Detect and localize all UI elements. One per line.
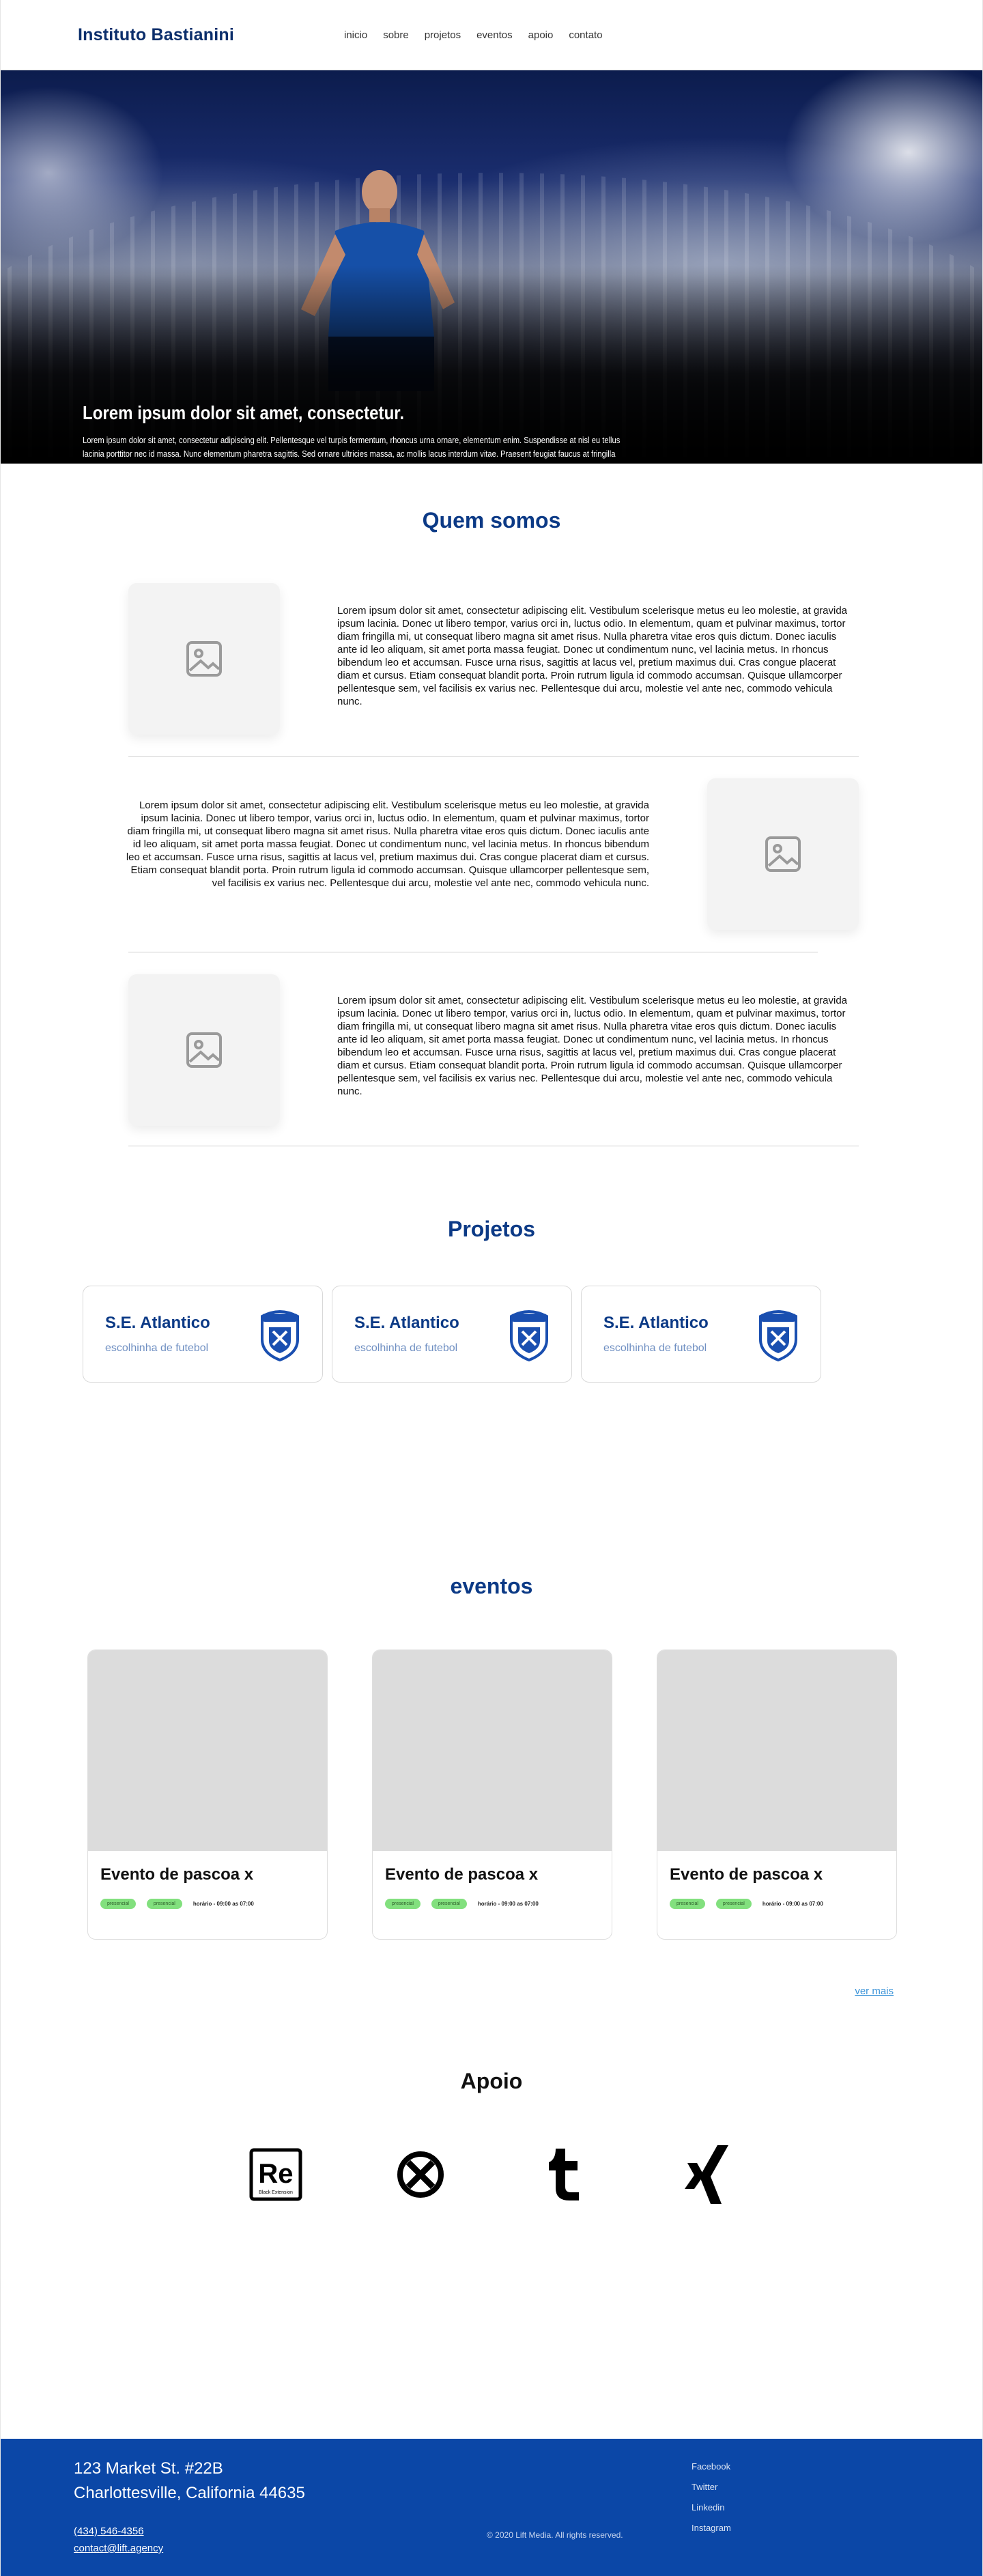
nav-link-contato[interactable]: contato [569,29,602,41]
project-subtitle: escolhinha de futebol [354,1342,458,1354]
about-image-1 [128,583,280,735]
image-placeholder-icon [765,836,801,872]
site-footer: 123 Market St. #22B Charlottesville, Cal… [1,2439,982,2576]
project-name: S.E. Atlantico [354,1314,459,1332]
social-links: Facebook Twitter Linkedin Instagram [692,2457,731,2538]
event-tags: presencial presencial horário - 09:00 as… [670,1899,823,1909]
about-title: Quem somos [422,508,561,533]
social-link-twitter[interactable]: Twitter [692,2477,731,2497]
svg-text:Re: Re [258,2159,293,2189]
about-image-2 [707,778,859,930]
projects-title: Projetos [447,1217,536,1241]
event-image [88,1650,327,1851]
xbox-icon [397,2151,444,2198]
about-paragraph-1: Lorem ipsum dolor sit amet, consectetur … [337,605,848,707]
project-name: S.E. Atlantico [105,1314,210,1332]
event-tag: presencial [385,1899,421,1909]
divider [128,756,859,757]
club-crest-icon [261,1310,299,1361]
support-title: Apoio [460,2069,523,2093]
email-link[interactable]: contact@lift.agency [74,2540,163,2557]
address-line-1: 123 Market St. #22B [74,2459,223,2478]
hero-text: Lorem ipsum dolor sit amet, consectetur.… [83,402,629,464]
xing-icon [685,2145,728,2204]
event-name: Evento de pascoa x [100,1865,254,1884]
event-tag: presencial [670,1899,705,1909]
sponsor-logo-xbox[interactable] [390,2144,451,2205]
event-tag: presencial [100,1899,136,1909]
nav-link-sobre[interactable]: sobre [383,29,409,41]
event-tags: presencial presencial horário - 09:00 as… [100,1899,254,1909]
event-card[interactable]: Evento de pascoa x presencial presencial… [87,1650,328,1940]
project-subtitle: escolhinha de futebol [105,1342,209,1354]
footer-address: 123 Market St. #22B Charlottesville, Cal… [74,2457,305,2506]
event-image [373,1650,612,1851]
event-card[interactable]: Evento de pascoa x presencial presencial… [657,1650,897,1940]
project-card[interactable]: S.E. Atlantico escolhinha de futebol [581,1286,821,1383]
copyright-text: © 2020 Lift Media. All rights reserved. [487,2530,623,2540]
image-placeholder-icon [186,1032,222,1068]
sponsor-logo-xing[interactable] [676,2144,738,2205]
image-placeholder-icon [186,641,222,677]
tumblr-icon [549,2149,579,2200]
sponsor-logo-re[interactable]: Re Black Extension [245,2144,307,2205]
project-card[interactable]: S.E. Atlantico escolhinha de futebol [83,1286,323,1383]
nav-link-inicio[interactable]: inicio [344,29,367,41]
event-hours: horário - 09:00 as 07:00 [762,1901,823,1907]
brand-logo[interactable]: Instituto Bastianini [78,25,344,45]
social-link-instagram[interactable]: Instagram [692,2518,731,2538]
event-hours: horário - 09:00 as 07:00 [477,1901,539,1907]
svg-text:Black Extension: Black Extension [259,2190,293,2195]
event-name: Evento de pascoa x [385,1865,539,1884]
social-link-linkedin[interactable]: Linkedin [692,2497,731,2518]
event-hours: horário - 09:00 as 07:00 [193,1901,254,1907]
footer-contact: (434) 546-4356 contact@lift.agency [74,2523,163,2557]
event-card[interactable]: Evento de pascoa x presencial presencial… [372,1650,612,1940]
nav-link-projetos[interactable]: projetos [425,29,461,41]
event-tags: presencial presencial horário - 09:00 as… [385,1899,539,1909]
event-tag: presencial [146,1899,182,1909]
social-link-facebook[interactable]: Facebook [692,2457,731,2477]
nav-link-apoio[interactable]: apoio [528,29,554,41]
site-header: Instituto Bastianini inicio sobre projet… [1,0,982,70]
phone-link[interactable]: (434) 546-4356 [74,2523,163,2540]
see-more-link[interactable]: ver mais [855,1985,894,1997]
hero-title: Lorem ipsum dolor sit amet, consectetur. [83,402,405,423]
project-card[interactable]: S.E. Atlantico escolhinha de futebol [332,1286,572,1383]
about-image-3 [128,974,280,1126]
event-name: Evento de pascoa x [670,1865,823,1884]
about-paragraph-3: Lorem ipsum dolor sit amet, consectetur … [337,995,848,1097]
sponsor-logo-tumblr[interactable] [533,2144,595,2205]
about-paragraph-2: Lorem ipsum dolor sit amet, consectetur … [126,799,649,889]
event-image [657,1650,896,1851]
hero-description: Lorem ipsum dolor sit amet, consectetur … [83,435,621,464]
main-nav: inicio sobre projetos eventos apoio cont… [344,29,618,41]
club-crest-icon [510,1310,548,1361]
club-crest-icon [759,1310,797,1361]
event-tag: presencial [431,1899,467,1909]
project-subtitle: escolhinha de futebol [603,1342,707,1354]
event-tag: presencial [715,1899,752,1909]
hero-banner: Lorem ipsum dolor sit amet, consectetur.… [1,70,982,464]
re-logo-icon: Re Black Extension [249,2148,302,2201]
address-line-2: Charlottesville, California 44635 [74,2484,305,2502]
nav-link-eventos[interactable]: eventos [476,29,513,41]
project-name: S.E. Atlantico [603,1314,709,1332]
events-title: eventos [450,1574,533,1598]
